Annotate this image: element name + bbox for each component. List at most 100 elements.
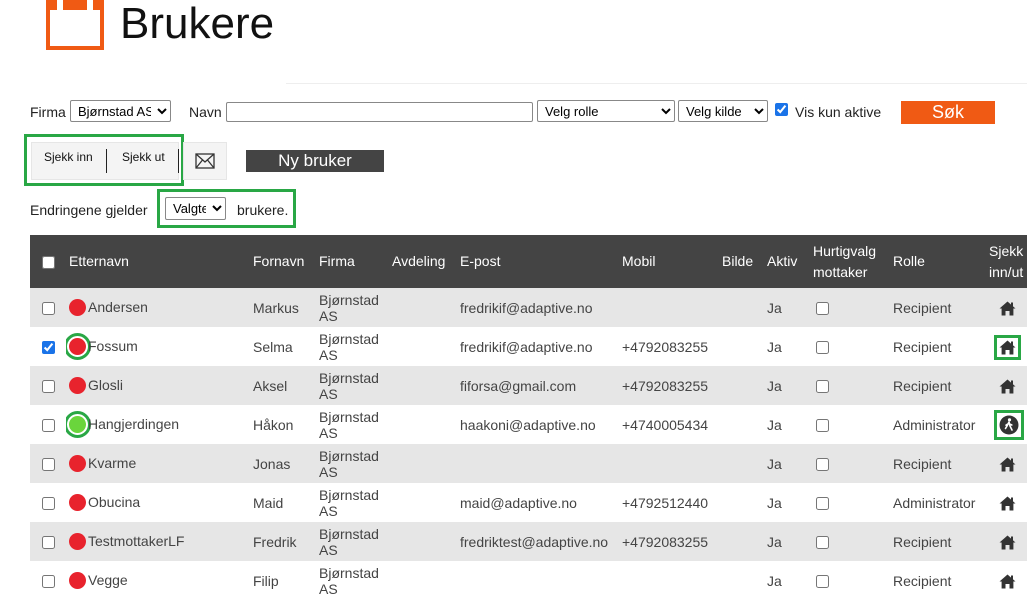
home-icon xyxy=(999,457,1016,472)
vis-kun-aktive-checkbox[interactable] xyxy=(775,103,788,116)
col-fornavn[interactable]: Fornavn xyxy=(250,235,316,288)
sjekk-status[interactable] xyxy=(994,409,1024,440)
sjekk-status[interactable] xyxy=(999,496,1016,511)
col-epost[interactable]: E-post xyxy=(457,235,619,288)
etternavn[interactable]: Andersen xyxy=(88,299,148,315)
epost: maid@adaptive.no xyxy=(460,494,577,511)
table-row[interactable]: Obucina Maid Bjørnstad AS maid@adaptive.no +… xyxy=(30,483,1027,522)
status-red-dot xyxy=(69,494,86,512)
home-icon xyxy=(999,496,1016,511)
aktiv: Ja xyxy=(767,416,782,433)
hurtigvalg-checkbox[interactable] xyxy=(816,497,829,511)
row-checkbox[interactable] xyxy=(42,380,55,394)
fornavn: Markus xyxy=(253,299,299,316)
etternavn[interactable]: Obucina xyxy=(88,494,140,510)
sjekk-cell[interactable] xyxy=(986,522,1027,561)
etternavn-cell: Fossum xyxy=(66,327,250,366)
hurtigvalg-cell xyxy=(810,366,890,405)
sjekk-status[interactable] xyxy=(999,535,1016,550)
bilde xyxy=(719,444,764,483)
sjekk-cell[interactable] xyxy=(986,327,1027,366)
etternavn[interactable]: Vegge xyxy=(88,572,128,588)
aktiv: Ja xyxy=(767,377,782,394)
new-user-button[interactable]: Ny bruker xyxy=(246,150,384,172)
etternavn[interactable]: TestmottakerLF xyxy=(88,533,184,549)
hurtigvalg-checkbox[interactable] xyxy=(816,380,829,394)
col-firma[interactable]: Firma xyxy=(316,235,389,288)
sjekk-cell[interactable] xyxy=(986,483,1027,522)
sjekk-inn-button[interactable]: Sjekk inn xyxy=(44,150,93,164)
sjekk-status[interactable] xyxy=(999,379,1016,394)
sjekk-status[interactable] xyxy=(999,574,1016,589)
etternavn-cell: Kvarme xyxy=(66,444,250,483)
search-button[interactable]: Søk xyxy=(901,101,995,124)
kilde-select[interactable]: Velg kilde xyxy=(678,100,768,122)
col-aktiv[interactable]: Aktiv xyxy=(764,235,810,288)
sjekk-cell[interactable] xyxy=(986,366,1027,405)
rolle: Administrator xyxy=(893,416,976,433)
row-checkbox[interactable] xyxy=(42,497,55,511)
firma: Bjørnstad AS xyxy=(319,369,379,402)
sjekk-status[interactable] xyxy=(994,334,1021,360)
sjekk-status[interactable] xyxy=(999,457,1016,472)
etternavn[interactable]: Hangjerdingen xyxy=(88,416,179,432)
row-select-cell xyxy=(30,327,66,366)
table-row[interactable]: Andersen Markus Bjørnstad AS fredrikif@adap… xyxy=(30,288,1027,327)
etternavn[interactable]: Glosli xyxy=(88,377,123,393)
sjekk-cell[interactable] xyxy=(986,405,1027,444)
row-select-cell xyxy=(30,561,66,600)
rolle-select[interactable]: Velg rolle xyxy=(537,100,675,122)
navn-label: Navn xyxy=(189,104,222,120)
hurtigvalg-checkbox[interactable] xyxy=(816,341,829,355)
changes-suffix: brukere. xyxy=(237,202,289,218)
row-select-cell xyxy=(30,288,66,327)
mobil: +4792512440 xyxy=(622,494,709,511)
row-checkbox[interactable] xyxy=(42,341,55,355)
hurtigvalg-checkbox[interactable] xyxy=(816,458,829,472)
sjekk-cell[interactable] xyxy=(986,561,1027,600)
table-row[interactable]: TestmottakerLF Fredrik Bjørnstad AS fredrik… xyxy=(30,522,1027,561)
table-row[interactable]: Kvarme Jonas Bjørnstad AS Ja Recipient xyxy=(30,444,1027,483)
hurtigvalg-cell xyxy=(810,561,890,600)
etternavn[interactable]: Fossum xyxy=(88,338,138,354)
row-checkbox[interactable] xyxy=(42,575,55,589)
status-red-dot xyxy=(69,533,86,551)
table-row[interactable]: Fossum Selma Bjørnstad AS fredrikif@adaptiv… xyxy=(30,327,1027,366)
col-rolle[interactable]: Rolle xyxy=(890,235,986,288)
row-checkbox[interactable] xyxy=(42,458,55,472)
hurtigvalg-checkbox[interactable] xyxy=(816,536,829,550)
col-sjekk[interactable]: Sjekk inn/ut xyxy=(986,235,1027,288)
navn-input[interactable] xyxy=(226,102,533,122)
mail-button[interactable] xyxy=(183,142,227,180)
rolle: Administrator xyxy=(893,494,976,511)
table-row[interactable]: Hangjerdingen Håkon Bjørnstad AS haakoni@ad… xyxy=(30,405,1027,444)
col-bilde[interactable]: Bilde xyxy=(719,235,764,288)
firma-select[interactable]: Bjørnstad AS xyxy=(70,100,171,122)
etternavn-cell: Vegge xyxy=(66,561,250,600)
avdeling xyxy=(389,483,457,522)
row-checkbox[interactable] xyxy=(42,419,55,433)
sjekk-cell[interactable] xyxy=(986,288,1027,327)
col-hurtigvalg[interactable]: Hurtigvalg mottaker xyxy=(810,235,890,288)
col-mobil[interactable]: Mobil xyxy=(619,235,719,288)
sjekk-status[interactable] xyxy=(999,301,1016,316)
col-etternavn[interactable]: Etternavn xyxy=(66,235,250,288)
hurtigvalg-checkbox[interactable] xyxy=(816,302,829,316)
hurtigvalg-cell xyxy=(810,444,890,483)
changes-scope-select[interactable]: Valgte xyxy=(165,197,226,220)
select-all-checkbox[interactable] xyxy=(42,255,55,269)
sjekk-ut-button[interactable]: Sjekk ut xyxy=(122,150,165,164)
table-row[interactable]: Glosli Aksel Bjørnstad AS fiforsa@gmail.com… xyxy=(30,366,1027,405)
sjekk-cell[interactable] xyxy=(986,444,1027,483)
fornavn: Jonas xyxy=(253,455,291,472)
table-row[interactable]: Vegge Filip Bjørnstad AS Ja Recipient xyxy=(30,561,1027,600)
hurtigvalg-checkbox[interactable] xyxy=(816,575,829,589)
col-avdeling[interactable]: Avdeling xyxy=(389,235,457,288)
page-title: Brukere xyxy=(120,0,275,48)
status-green-dot xyxy=(66,411,91,439)
row-checkbox[interactable] xyxy=(42,536,55,550)
row-checkbox[interactable] xyxy=(42,302,55,316)
avdeling xyxy=(389,327,457,366)
hurtigvalg-checkbox[interactable] xyxy=(816,419,829,433)
etternavn[interactable]: Kvarme xyxy=(88,455,136,471)
